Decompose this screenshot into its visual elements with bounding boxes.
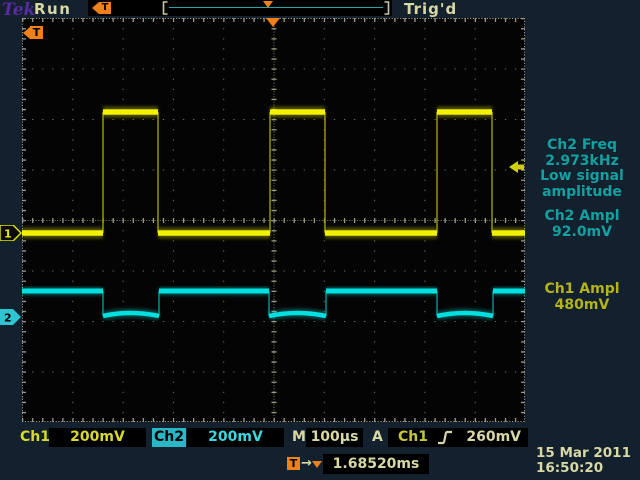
trigger-position-flag-icon: T [92, 2, 111, 14]
trigger-readout: Ch1 260mV [388, 428, 528, 447]
trigger-source: Ch1 [398, 428, 428, 447]
trigger-offscreen-flag-icon: T [23, 26, 43, 39]
ch1-label: Ch1 [20, 428, 50, 447]
ch1-ampl-readout: Ch1 Ampl 480mV [524, 282, 640, 313]
trigger-level-readout: 260mV [466, 428, 528, 447]
measurement-label: Ch2 Ampl [524, 209, 640, 225]
measurement-value: 2.973kHz [524, 154, 640, 170]
left-arrow-icon [92, 2, 99, 14]
time-text: 16:50:20 [536, 461, 631, 476]
trigger-position-marker-icon [263, 1, 273, 8]
grid [22, 18, 525, 422]
measurement-warning: Low signal [524, 169, 640, 185]
ch1-reference-marker: 1 [0, 225, 22, 241]
svg-text:2: 2 [4, 312, 12, 325]
acquisition-preview-bar: T [88, 0, 392, 16]
record-window-line [169, 7, 383, 8]
delay-marker-icon [312, 461, 322, 468]
svg-text:1: 1 [4, 228, 12, 241]
graticule-area [22, 18, 525, 422]
expansion-point-marker-icon [266, 18, 280, 27]
measurement-label: Ch2 Freq [524, 138, 640, 154]
ch2-freq-readout: Ch2 Freq 2.973kHz Low signal amplitude [524, 138, 640, 200]
date-text: 15 Mar 2011 [536, 446, 631, 461]
measurement-value: 92.0mV [524, 225, 640, 241]
ch2-trace [22, 291, 525, 316]
record-bracket-left-icon [162, 1, 168, 15]
waveform-display [22, 18, 525, 422]
ch1-scale-readout: 200mV [49, 428, 146, 447]
acquisition-state: Run [34, 0, 71, 18]
ch2-scale-readout: 200mV [187, 428, 284, 447]
ch2-label: Ch2 [152, 428, 186, 447]
measurement-warning: amplitude [524, 185, 640, 201]
left-arrow-icon [23, 27, 30, 39]
rising-edge-icon [437, 429, 453, 446]
trigger-system-label: A [372, 428, 383, 447]
trigger-level-arrow-icon [509, 161, 525, 173]
ch2-ampl-readout: Ch2 Ampl 92.0mV [524, 209, 640, 240]
timebase-readout: 100µs [306, 428, 363, 447]
trigger-state: Trig'd [404, 0, 457, 18]
trigger-delay-readout: 1.68520ms [323, 454, 429, 474]
timebase-label: M [292, 428, 306, 447]
tek-logo: Tek [2, 0, 35, 20]
right-arrow-icon: → [301, 454, 312, 474]
delay-t-badge: T [287, 457, 300, 470]
record-bracket-right-icon [384, 1, 390, 15]
oscilloscope-screen: Tek Run T Trig'd T 1 2 Ch2 Freq [0, 0, 640, 480]
measurement-label: Ch1 Ampl [524, 282, 640, 298]
measurement-value: 480mV [524, 298, 640, 314]
ch2-reference-marker: 2 [0, 309, 22, 325]
trigger-t-badge: T [99, 2, 111, 14]
datetime-readout: 15 Mar 2011 16:50:20 [536, 446, 631, 476]
trigger-t-badge: T [30, 26, 43, 39]
